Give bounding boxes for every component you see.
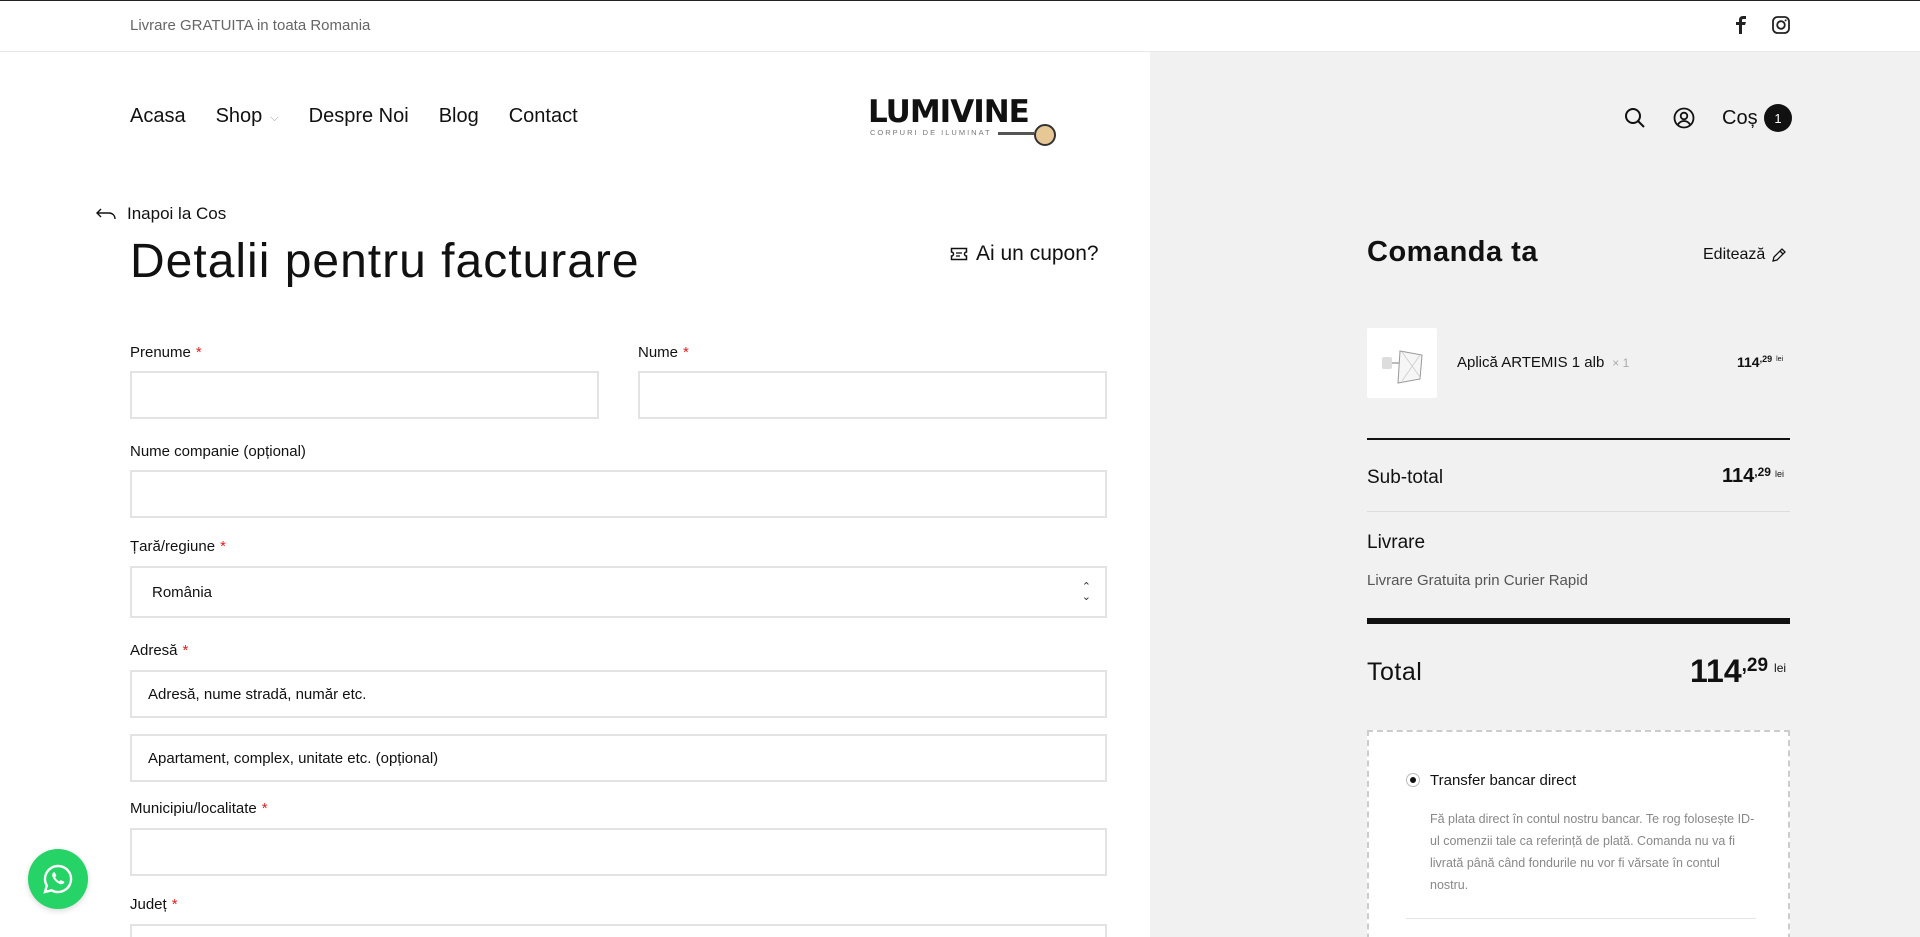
site-logo[interactable]: LUMIVINE CORPURI DE ILUMINAT [868, 96, 1068, 148]
cart-count-badge: 1 [1764, 104, 1792, 132]
company-label: Nume companie (opțional) [130, 443, 306, 460]
county-label: Județ * [130, 896, 178, 913]
search-icon[interactable] [1624, 107, 1646, 129]
city-input[interactable] [130, 828, 1107, 876]
logo-tagline: CORPURI DE ILUMINAT [870, 128, 992, 137]
shipping-method: Livrare Gratuita prin Curier Rapid [1367, 572, 1588, 589]
divider [1406, 918, 1756, 919]
divider [1367, 438, 1790, 440]
logo-cord [998, 132, 1034, 135]
shipping-label: Livrare [1367, 532, 1426, 553]
last-name-input[interactable] [638, 371, 1107, 419]
logo-bulb-icon [1034, 124, 1056, 146]
ticket-icon [950, 247, 968, 261]
radio-selected-dot [1410, 777, 1416, 783]
nav-item-acasa[interactable]: Acasa [130, 105, 186, 128]
address-label: Adresă * [130, 642, 189, 659]
nav-item-blog[interactable]: Blog [439, 105, 479, 128]
nav-item-contact[interactable]: Contact [509, 105, 578, 128]
divider [1367, 511, 1790, 512]
page-title: Detalii pentru facturare [130, 235, 640, 288]
payment-methods-box: Transfer bancar direct Fă plata direct î… [1367, 730, 1790, 937]
total-price: 114,29 lei [1690, 653, 1787, 689]
back-to-cart-link[interactable]: Inapoi la Cos [95, 204, 226, 224]
announcement-bar: Livrare GRATUITA in toata Romania [0, 0, 1920, 52]
nav-item-label: Shop [215, 105, 263, 127]
subtotal-price: 114,29 lei [1722, 465, 1784, 487]
user-icon[interactable] [1673, 107, 1695, 129]
payment-method-label[interactable]: Transfer bancar direct [1430, 772, 1576, 789]
subtotal-label: Sub-total [1367, 467, 1444, 488]
country-selected-value: România [152, 583, 213, 601]
nav-item-shop[interactable]: Shop ⌵ [216, 105, 279, 128]
edit-label: Editează [1703, 246, 1766, 263]
back-label: Inapoi la Cos [127, 204, 227, 223]
address-line1-input[interactable]: Adresă, nume stradă, număr etc. [130, 670, 1107, 718]
wall-lamp-image [1382, 350, 1423, 384]
edit-order-link[interactable]: Editează [1703, 246, 1787, 264]
payment-description: Fă plata direct în contul nostru bancar.… [1430, 812, 1755, 892]
first-name-label: Prenume * [130, 344, 202, 361]
instagram-icon[interactable] [1770, 14, 1792, 36]
product-price: 114,29 lei [1737, 354, 1784, 370]
back-arrow-icon [96, 208, 116, 220]
logo-wordmark: LUMIVINE [868, 94, 1030, 130]
last-name-label: Nume * [638, 344, 689, 361]
product-thumbnail[interactable] [1367, 328, 1437, 398]
country-select[interactable]: România ⌃ ⌄ [130, 566, 1107, 618]
first-name-input[interactable] [130, 371, 599, 419]
nav-item-despre-noi[interactable]: Despre Noi [309, 105, 409, 128]
product-qty: × 1 [1612, 356, 1630, 370]
whatsapp-icon [43, 864, 73, 894]
product-name[interactable]: Aplică ARTEMIS 1 alb × 1 [1457, 354, 1629, 371]
announcement-text: Livrare GRATUITA in toata Romania [130, 17, 371, 34]
total-label: Total [1367, 658, 1423, 686]
select-arrows-icon: ⌃ ⌄ [1081, 581, 1091, 603]
chevron-down-icon: ⌵ [270, 111, 279, 124]
facebook-icon[interactable] [1730, 14, 1752, 36]
county-select[interactable] [130, 924, 1107, 937]
order-title: Comanda ta [1367, 236, 1538, 268]
company-input[interactable] [130, 470, 1107, 518]
country-label: Țară/regiune * [130, 538, 226, 555]
coupon-label: Ai un cupon? [976, 242, 1099, 265]
cart-link[interactable]: Coș [1722, 107, 1758, 130]
divider [1367, 618, 1790, 624]
pencil-icon [1772, 248, 1787, 262]
address-line2-input[interactable]: Apartament, complex, unitate etc. (opțio… [130, 734, 1107, 782]
payment-radio-bank-transfer[interactable] [1406, 773, 1420, 787]
coupon-link[interactable]: Ai un cupon? [950, 242, 1099, 266]
main-nav: Acasa Shop ⌵ Despre Noi Blog Contact [130, 105, 578, 128]
whatsapp-chat-button[interactable] [28, 849, 88, 909]
city-label: Municipiu/localitate * [130, 800, 268, 817]
